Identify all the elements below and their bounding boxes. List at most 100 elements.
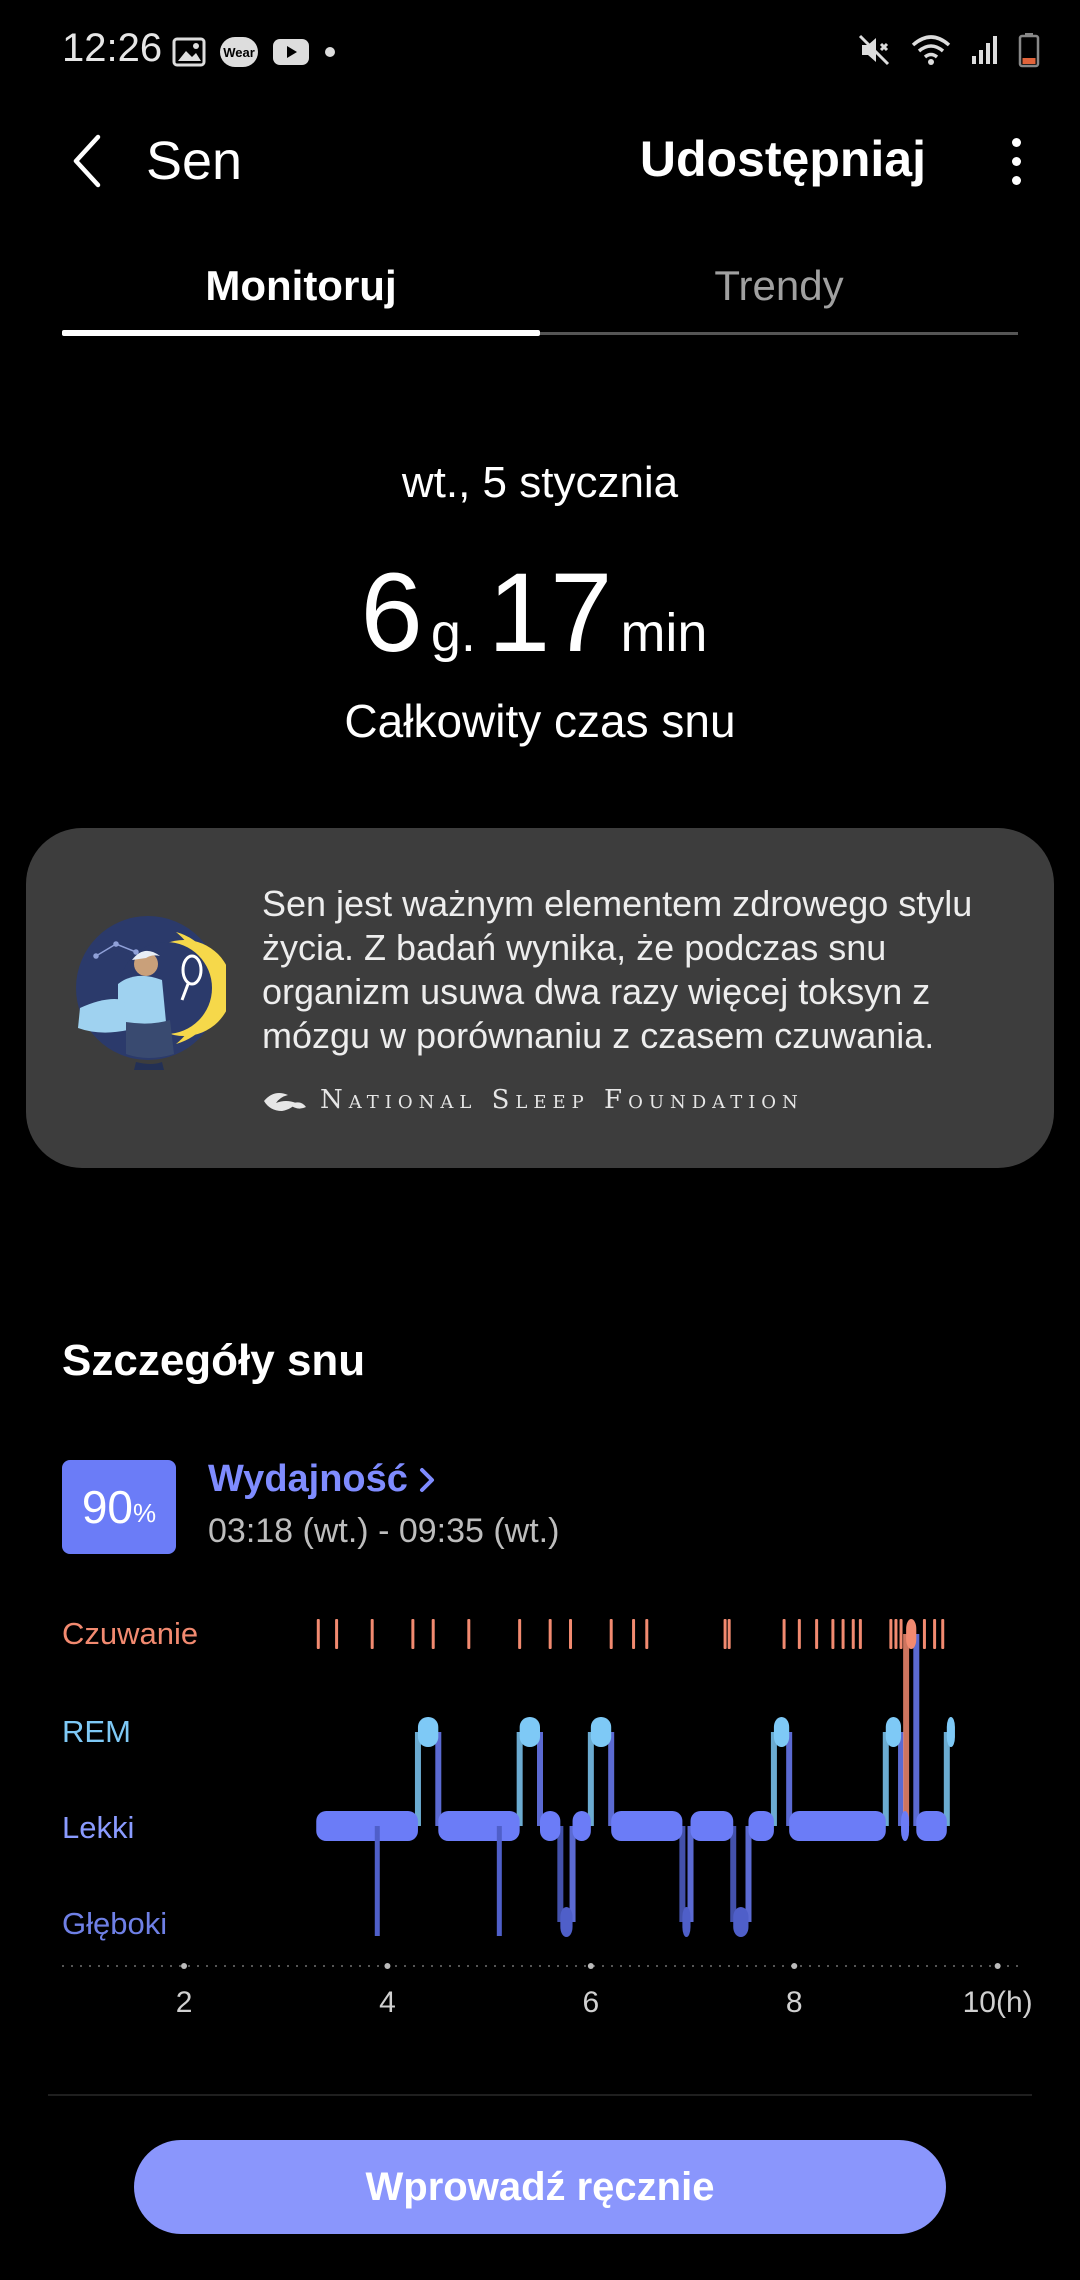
awake-tick bbox=[922, 1619, 926, 1649]
enter-manually-button[interactable]: Wprowadź ręcznie bbox=[134, 2140, 946, 2234]
efficiency-link[interactable]: Wydajność bbox=[208, 1458, 436, 1501]
stage-segment-rem bbox=[946, 1717, 955, 1747]
stage-segment-light bbox=[316, 1811, 418, 1841]
stage-segment-light bbox=[916, 1811, 947, 1841]
awake-tick bbox=[431, 1619, 435, 1649]
awake-tick bbox=[815, 1619, 819, 1649]
battery-low-icon bbox=[1018, 33, 1040, 68]
page-title: Sen bbox=[146, 131, 243, 191]
x-axis-tick bbox=[587, 1963, 594, 1969]
awake-tick bbox=[548, 1619, 552, 1649]
stage-segment-awake bbox=[906, 1619, 917, 1649]
stage-transition-line bbox=[435, 1732, 442, 1826]
tab-monitor[interactable]: Monitoruj bbox=[62, 262, 540, 328]
x-axis-tick-label: 2 bbox=[176, 1986, 193, 2019]
x-axis-tick bbox=[384, 1963, 391, 1969]
wear-icon: Wear bbox=[220, 37, 258, 67]
sleep-stages-chart[interactable]: 2 4 6 8 10(h) bbox=[0, 1600, 1080, 2020]
efficiency-badge: 90% bbox=[62, 1460, 176, 1554]
back-button[interactable] bbox=[56, 126, 116, 196]
duration-hours-unit: g. bbox=[430, 603, 476, 663]
gallery-icon bbox=[172, 37, 206, 67]
stage-transition-line bbox=[516, 1732, 523, 1826]
stage-segment-deep bbox=[682, 1907, 691, 1937]
more-dot-icon bbox=[1011, 137, 1021, 147]
share-button[interactable]: Udostępniaj bbox=[640, 130, 926, 188]
source-name: National Sleep Foundation bbox=[320, 1085, 804, 1115]
stage-transition-line bbox=[913, 1634, 920, 1826]
stage-segment-light bbox=[748, 1811, 774, 1841]
duration-hours: 6 bbox=[360, 550, 423, 675]
signal-icon bbox=[972, 36, 997, 64]
status-time: 12:26 bbox=[62, 26, 163, 70]
duration-minutes: 17 bbox=[487, 550, 613, 675]
stage-transition-line bbox=[745, 1826, 752, 1922]
stage-segment-deep bbox=[560, 1907, 573, 1937]
awake-tick bbox=[831, 1619, 835, 1649]
awake-tick bbox=[941, 1619, 945, 1649]
stage-transition-line bbox=[770, 1732, 777, 1826]
awake-tick bbox=[727, 1619, 731, 1649]
stage-transition-line bbox=[730, 1826, 737, 1922]
awake-tick bbox=[782, 1619, 786, 1649]
more-dot-icon bbox=[1011, 156, 1021, 166]
awake-tick bbox=[858, 1619, 862, 1649]
awake-tick bbox=[569, 1619, 573, 1649]
enter-manually-label: Wprowadź ręcznie bbox=[365, 2164, 715, 2209]
chevron-left-icon bbox=[73, 134, 101, 188]
stage-segment-light bbox=[901, 1811, 910, 1841]
x-axis-tick bbox=[181, 1963, 188, 1969]
efficiency-label: Wydajność bbox=[208, 1458, 408, 1500]
stage-transition-line bbox=[687, 1826, 694, 1922]
x-axis-tick-label: 6 bbox=[583, 1986, 600, 2019]
stage-segment-light bbox=[690, 1811, 734, 1841]
status-icons-right bbox=[856, 28, 1040, 72]
stage-segment-light bbox=[611, 1811, 683, 1841]
stage-transition-line bbox=[679, 1826, 686, 1922]
awake-tick bbox=[467, 1619, 471, 1649]
stage-segment-rem bbox=[885, 1717, 902, 1747]
section-title-sleep-details: Szczegóły snu bbox=[62, 1336, 366, 1385]
awake-tick bbox=[933, 1619, 937, 1649]
sleeper-illustration-icon bbox=[76, 916, 226, 1070]
awake-tick bbox=[723, 1619, 727, 1649]
stage-transition-line bbox=[537, 1732, 543, 1826]
stage-transition-line bbox=[557, 1826, 564, 1922]
awake-tick bbox=[899, 1619, 903, 1649]
more-dot-icon bbox=[1011, 175, 1021, 185]
sleep-time-range: 03:18 (wt.) - 09:35 (wt.) bbox=[208, 1512, 560, 1550]
awake-tick bbox=[609, 1619, 613, 1649]
awake-tick bbox=[335, 1619, 339, 1649]
source-attribution: National Sleep Foundation bbox=[262, 1080, 804, 1120]
awake-tick bbox=[518, 1619, 522, 1649]
x-axis-tick bbox=[791, 1963, 798, 1969]
nsf-logo-icon bbox=[264, 1093, 306, 1111]
stage-segment-deep bbox=[733, 1907, 749, 1937]
stage-transition-line bbox=[882, 1732, 889, 1826]
stage-transition-line bbox=[786, 1732, 793, 1826]
x-axis-tick bbox=[994, 1963, 1001, 1969]
stage-transition-line bbox=[943, 1732, 950, 1826]
tab-trends[interactable]: Trendy bbox=[540, 262, 1018, 328]
stage-transition-line bbox=[414, 1732, 421, 1826]
x-axis-tick-label: 10(h) bbox=[963, 1986, 1033, 2019]
stage-transition-line bbox=[587, 1732, 594, 1826]
awake-tick bbox=[889, 1619, 893, 1649]
sleep-duration: 6 g. 17 min bbox=[0, 548, 1080, 677]
duration-minutes-unit: min bbox=[620, 603, 708, 663]
stage-segment-rem bbox=[417, 1717, 439, 1747]
youtube-icon bbox=[273, 39, 309, 65]
tab-selected-indicator bbox=[62, 330, 540, 336]
efficiency-value: 90 bbox=[81, 1481, 134, 1533]
dot-icon bbox=[325, 47, 335, 57]
awake-tick bbox=[411, 1619, 415, 1649]
stage-segment-light bbox=[789, 1811, 886, 1841]
stage-segment-rem bbox=[590, 1717, 612, 1747]
stage-transition-line bbox=[608, 1732, 615, 1826]
awake-tick bbox=[632, 1619, 636, 1649]
status-icons-left: Wear bbox=[172, 30, 336, 74]
efficiency-unit: % bbox=[133, 1497, 157, 1528]
more-options-button[interactable] bbox=[988, 126, 1044, 196]
x-axis-tick-label: 8 bbox=[786, 1986, 803, 2019]
awake-tick bbox=[797, 1619, 801, 1649]
